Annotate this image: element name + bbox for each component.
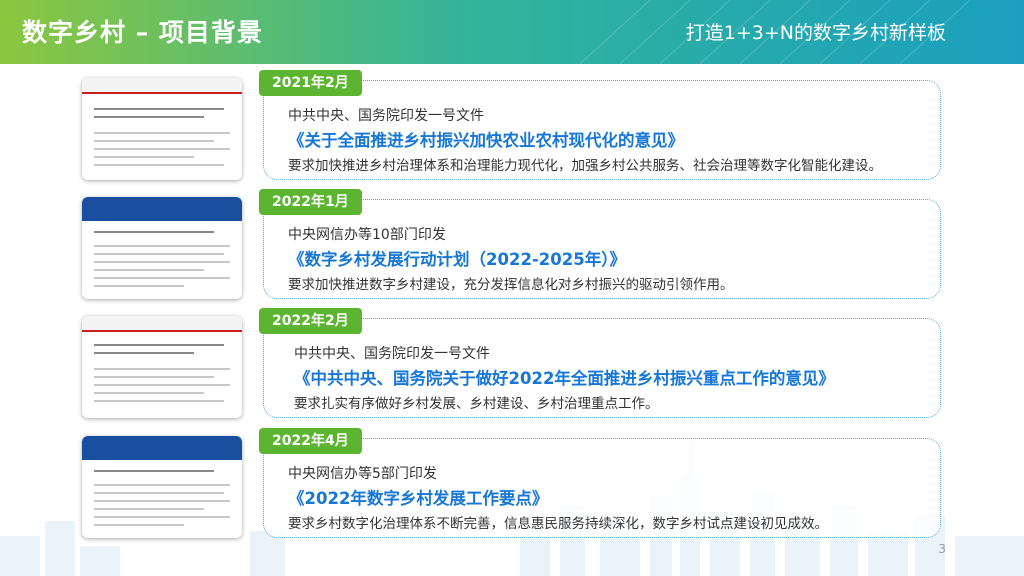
requirement-text: 要求乡村数字化治理体系不断完善，信息惠民服务持续深化，数字乡村试点建设初见成效。 xyxy=(288,516,828,532)
date-badge: 2021年2月 xyxy=(259,70,362,96)
timeline-item: 2022年4月 中央网信办等5部门印发 《2022年数字乡村发展工作要点》 要求… xyxy=(0,428,1024,538)
document-title: 《数字乡村发展行动计划（2022-2025年）》 xyxy=(288,250,626,269)
timeline-item: 2021年2月 中共中央、国务院印发一号文件 《关于全面推进乡村振兴加快农业农村… xyxy=(0,70,1024,180)
document-thumbnail xyxy=(82,316,242,418)
issuer-text: 中共中央、国务院印发一号文件 xyxy=(294,346,490,362)
issuer-text: 中央网信办等10部门印发 xyxy=(288,227,446,243)
issuer-text: 中央网信办等5部门印发 xyxy=(288,466,437,482)
document-title: 《中共中央、国务院关于做好2022年全面推进乡村振兴重点工作的意见》 xyxy=(294,369,835,388)
page-slogan: 打造1+3+N的数字乡村新样板 xyxy=(685,22,946,44)
document-thumbnail xyxy=(82,436,242,538)
requirement-text: 要求扎实有序做好乡村发展、乡村建设、乡村治理重点工作。 xyxy=(294,396,659,412)
timeline-item: 2022年2月 中共中央、国务院印发一号文件 《中共中央、国务院关于做好2022… xyxy=(0,308,1024,418)
document-thumbnail xyxy=(82,78,242,180)
date-badge: 2022年4月 xyxy=(259,428,362,454)
page-title: 数字乡村 – 项目背景 xyxy=(22,18,263,47)
timeline-item: 2022年1月 中央网信办等10部门印发 《数字乡村发展行动计划（2022-20… xyxy=(0,189,1024,299)
date-badge: 2022年1月 xyxy=(259,189,362,215)
header-banner: 数字乡村 – 项目背景 打造1+3+N的数字乡村新样板 xyxy=(0,0,1024,64)
document-title: 《2022年数字乡村发展工作要点》 xyxy=(288,489,549,508)
issuer-text: 中共中央、国务院印发一号文件 xyxy=(288,108,484,124)
requirement-text: 要求加快推进数字乡村建设，充分发挥信息化对乡村振兴的驱动引领作用。 xyxy=(288,277,734,293)
requirement-text: 要求加快推进乡村治理体系和治理能力现代化，加强乡村公共服务、社会治理等数字化智能… xyxy=(288,158,882,174)
document-title: 《关于全面推进乡村振兴加快农业农村现代化的意见》 xyxy=(288,131,684,150)
date-badge: 2022年2月 xyxy=(259,308,362,334)
page-number: 3 xyxy=(938,542,946,556)
document-thumbnail xyxy=(82,197,242,299)
